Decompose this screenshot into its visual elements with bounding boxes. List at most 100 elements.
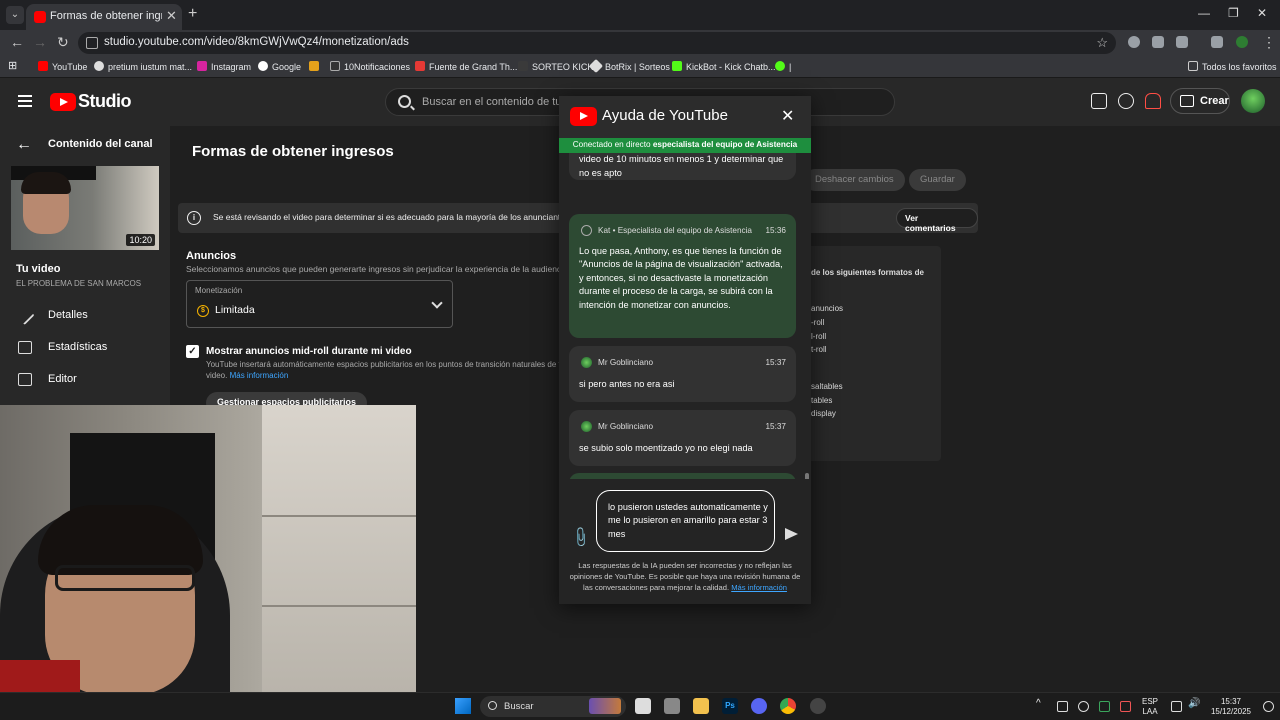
bookmark-instagram[interactable]: Instagram xyxy=(197,61,251,72)
bookmark-pretium[interactable]: pretium iustum mat... xyxy=(94,61,192,72)
task-view-icon[interactable] xyxy=(635,698,651,714)
chat-message-user: Mr Goblinciano 15:37 si pero antes no er… xyxy=(569,346,796,402)
extension-icon[interactable] xyxy=(1152,36,1164,48)
send-icon[interactable] xyxy=(785,528,798,540)
view-comments-button[interactable]: Ver comentarios xyxy=(896,208,978,233)
ad-format-item: tables xyxy=(811,396,833,405)
tray-app-icon[interactable] xyxy=(1057,701,1068,712)
thumbnail-hair xyxy=(21,172,71,194)
back-icon[interactable]: ← xyxy=(10,34,24,50)
chrome-icon[interactable] xyxy=(780,698,796,714)
notifications-bell-icon[interactable] xyxy=(1145,93,1161,109)
keyboard-language[interactable]: ESP LAA xyxy=(1142,697,1158,717)
browser-tabstrip: ⌄ Formas de obtener ingresos - YouTube S… xyxy=(0,0,1280,30)
video-thumbnail[interactable]: 10:20 xyxy=(11,166,159,250)
tray-app-icon[interactable] xyxy=(1078,701,1089,712)
tab-search-button[interactable]: ⌄ xyxy=(6,6,24,24)
youtube-favicon-icon xyxy=(34,11,46,23)
microphone-icon[interactable] xyxy=(1120,701,1131,712)
midroll-checkbox[interactable]: ✓ xyxy=(186,345,199,358)
extensions-puzzle-icon[interactable] xyxy=(1176,36,1188,48)
agent-avatar-icon xyxy=(581,225,592,236)
reading-list-icon[interactable] xyxy=(1211,36,1223,48)
bookmark-sorteo-kick[interactable]: SORTEO KICK xyxy=(518,61,593,72)
menu-icon[interactable] xyxy=(18,95,32,107)
bookmark-star[interactable] xyxy=(309,61,323,72)
file-explorer-icon[interactable] xyxy=(693,698,709,714)
photoshop-icon[interactable]: Ps xyxy=(722,698,738,714)
tray-chevron-icon[interactable]: ^ xyxy=(1036,698,1047,709)
minimize-icon[interactable]: — xyxy=(1198,6,1210,20)
create-button[interactable]: Crear xyxy=(1170,88,1230,114)
channel-avatar[interactable] xyxy=(1241,89,1265,113)
chat-message-user: me dices tu que un ser humano puede ver … xyxy=(569,153,796,180)
disclaimer-more-info-link[interactable]: Más información xyxy=(731,583,787,592)
create-video-icon xyxy=(1180,95,1194,107)
ad-format-item: -roll xyxy=(811,318,825,327)
pencil-icon xyxy=(15,305,35,326)
chat-messages[interactable]: me dices tu que un ser humano puede ver … xyxy=(559,153,811,479)
address-bar[interactable]: studio.youtube.com/video/8kmGWjVwQz4/mon… xyxy=(78,32,1116,54)
apps-grid-icon[interactable]: ⊞ xyxy=(8,59,17,72)
monetization-dropdown[interactable]: Monetización $ Limitada xyxy=(186,280,453,328)
windows-start-icon[interactable] xyxy=(455,698,471,714)
browser-menu-icon[interactable]: ⋮ xyxy=(1262,34,1276,51)
search-icon xyxy=(488,701,497,710)
bookmark-botrix[interactable]: BotRix | Sorteos xyxy=(588,58,670,74)
botrix-icon xyxy=(588,58,604,74)
discord-icon[interactable] xyxy=(751,698,767,714)
monetization-value: Limitada xyxy=(215,304,255,316)
close-icon[interactable]: ✕ xyxy=(781,106,794,126)
app-icon[interactable] xyxy=(810,698,826,714)
attach-paperclip-icon[interactable]: 📎 xyxy=(569,525,593,549)
channel-content-link[interactable]: Contenido del canal xyxy=(48,138,153,150)
bookmark-kickbot[interactable]: KickBot - Kick Chatb... xyxy=(672,61,776,72)
app-icon[interactable] xyxy=(664,698,680,714)
window-close-icon[interactable]: ✕ xyxy=(1257,6,1267,20)
notification-center-icon[interactable] xyxy=(1263,701,1274,712)
bookmark-youtube[interactable]: YouTube xyxy=(38,61,87,72)
back-arrow-icon[interactable]: ← xyxy=(16,136,32,154)
undo-changes-button[interactable]: Deshacer cambios xyxy=(804,169,905,191)
system-clock[interactable]: 15:37 15/12/2025 xyxy=(1208,697,1254,717)
ads-heading: Anuncios xyxy=(186,250,237,262)
chat-message-input[interactable]: lo pusieron ustedes automaticamente y me… xyxy=(596,490,775,552)
ai-disclaimer: Las respuestas de la IA pueden ser incor… xyxy=(569,561,801,592)
bookmark-10notificaciones[interactable]: 10Notificaciones xyxy=(330,61,410,72)
browser-tab-active[interactable]: Formas de obtener ingresos - YouTube Stu… xyxy=(26,4,182,30)
forward-icon[interactable]: → xyxy=(33,34,47,50)
chat-message-user: Mr Goblinciano 15:37 se subio solo moent… xyxy=(569,410,796,466)
all-bookmarks[interactable]: Todos los favoritos xyxy=(1188,61,1277,72)
bookmark-google[interactable]: Google xyxy=(258,61,301,72)
more-info-link[interactable]: Más información xyxy=(230,371,289,380)
bookmark-extra[interactable]: | xyxy=(775,61,791,72)
tab-title: Formas de obtener ingresos - YouTube Stu… xyxy=(50,10,162,22)
your-video-label: Tu video xyxy=(16,263,61,275)
sidebar-item-editor[interactable]: Editor xyxy=(48,373,77,385)
tab-close-icon[interactable]: ✕ xyxy=(166,8,177,24)
message-text: si pero antes no era asi xyxy=(579,379,675,389)
comments-icon[interactable] xyxy=(1091,93,1107,109)
sidebar-item-analytics[interactable]: Estadísticas xyxy=(48,341,107,353)
sidebar-item-details[interactable]: Detalles xyxy=(48,309,88,321)
restore-icon[interactable]: ❐ xyxy=(1228,6,1239,20)
tray-app-icon[interactable] xyxy=(1099,701,1110,712)
profile-avatar-icon[interactable] xyxy=(1236,36,1248,48)
reload-icon[interactable]: ↻ xyxy=(57,34,69,51)
save-button[interactable]: Guardar xyxy=(909,169,966,191)
bookmark-fuente[interactable]: Fuente de Grand Th... xyxy=(415,61,517,72)
page-title: Formas de obtener ingresos xyxy=(192,143,394,160)
google-icon xyxy=(258,61,268,71)
bookmark-star-icon[interactable]: ☆ xyxy=(1096,35,1108,51)
person-glasses xyxy=(55,565,195,591)
help-icon[interactable] xyxy=(1118,93,1134,109)
volume-icon[interactable]: 🔊 xyxy=(1188,698,1200,709)
ads-description: Seleccionamos anuncios que pueden genera… xyxy=(186,264,568,274)
site-info-icon[interactable] xyxy=(86,37,98,49)
chat-draft-text: lo pusieron ustedes automaticamente y me… xyxy=(608,502,768,539)
network-icon[interactable] xyxy=(1171,701,1182,712)
studio-logo-text: Studio xyxy=(78,91,132,111)
youtube-logo-icon[interactable] xyxy=(50,93,76,111)
extension-icon[interactable] xyxy=(1128,36,1140,48)
new-tab-icon[interactable]: + xyxy=(188,5,197,23)
